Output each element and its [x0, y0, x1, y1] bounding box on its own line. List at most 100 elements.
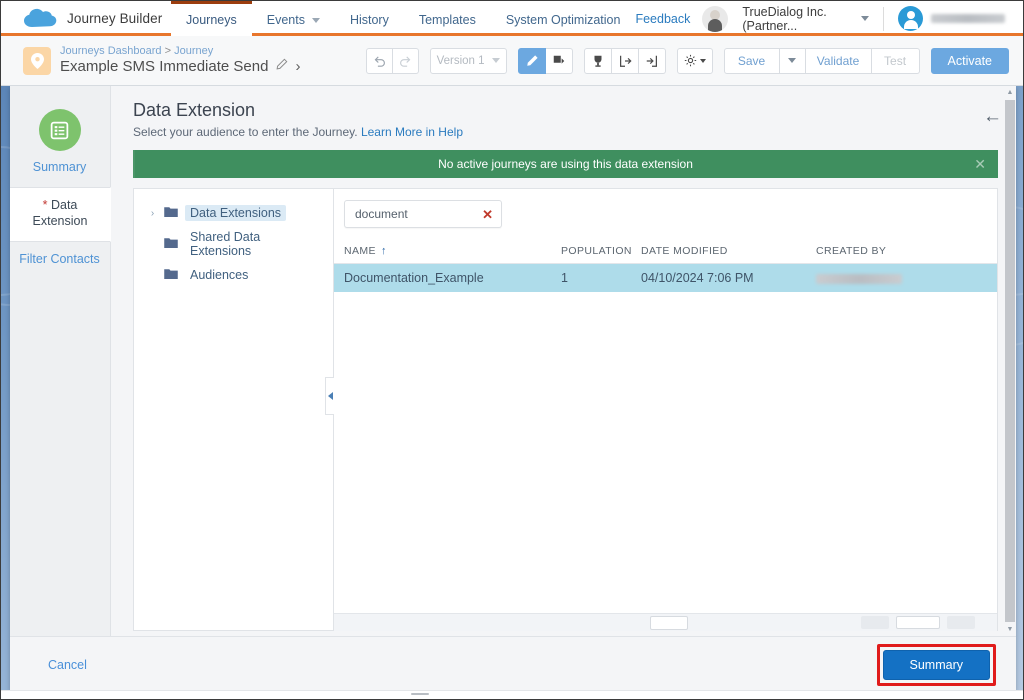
- org-name-label: TrueDialog Inc. (Partner...: [742, 4, 827, 33]
- page-number-box[interactable]: [650, 615, 688, 630]
- sidebar-item-summary-label: Summary: [32, 160, 87, 174]
- data-extension-picker: › Data Extensions Shared Data Extensions…: [133, 188, 998, 631]
- search-box[interactable]: ✕: [344, 200, 502, 228]
- scroll-down-icon[interactable]: ▼: [1004, 623, 1016, 636]
- tree-item-data-extensions[interactable]: › Data Extensions: [134, 201, 333, 225]
- breadcrumb-separator: >: [164, 45, 172, 57]
- nav-tab-system-optimization[interactable]: System Optimization: [491, 1, 636, 36]
- modal-body: Summary * Data Extension Filter Contacts…: [10, 86, 1016, 636]
- pagination-controls: [861, 616, 997, 629]
- exit-criteria-icon[interactable]: [611, 47, 639, 74]
- sidebar-item-filter-contacts[interactable]: Filter Contacts: [10, 242, 110, 279]
- nav-tab-events[interactable]: Events: [252, 1, 335, 36]
- table-header-row: NAME ↑ POPULATION DATE MODIFIED CREATED …: [334, 238, 997, 264]
- version-label: Version 1: [436, 54, 485, 67]
- undo-icon[interactable]: [365, 47, 393, 74]
- column-header-population[interactable]: POPULATION: [561, 245, 641, 257]
- save-validate-group: Save Validate Test: [723, 47, 920, 74]
- sidebar-item-data-extension[interactable]: * Data Extension: [10, 187, 111, 242]
- data-extension-modal: Summary * Data Extension Filter Contacts…: [10, 86, 1016, 692]
- sort-ascending-icon: ↑: [380, 244, 387, 257]
- user-menu[interactable]: [884, 6, 1013, 31]
- table-body: Documentation_Example 1 04/10/2024 7:06 …: [334, 264, 997, 630]
- tree-item-shared-data-extensions[interactable]: Shared Data Extensions: [134, 225, 333, 263]
- tree-item-audiences[interactable]: Audiences: [134, 263, 333, 287]
- chevron-right-icon[interactable]: ›: [295, 58, 300, 76]
- column-header-date-modified[interactable]: DATE MODIFIED: [641, 245, 816, 257]
- summary-button[interactable]: Summary: [882, 649, 990, 680]
- pencil-icon[interactable]: [275, 58, 288, 76]
- top-navigation-bar: Journey Builder Journeys Events History …: [1, 1, 1023, 36]
- status-banner-message: No active journeys are using this data e…: [438, 157, 693, 171]
- table-row[interactable]: Documentation_Example 1 04/10/2024 7:06 …: [334, 264, 997, 292]
- collapse-panel-icon[interactable]: [325, 377, 334, 415]
- nav-tab-templates[interactable]: Templates: [404, 1, 491, 36]
- arrow-left-icon[interactable]: ←: [983, 107, 1002, 126]
- gear-icon[interactable]: [676, 47, 713, 74]
- cancel-button[interactable]: Cancel: [48, 658, 87, 672]
- modal-footer: Cancel Summary: [10, 636, 1016, 692]
- content-subtitle: Select your audience to enter the Journe…: [133, 125, 1016, 139]
- org-selector[interactable]: TrueDialog Inc. (Partner...: [742, 4, 884, 33]
- test-button[interactable]: Test: [871, 47, 920, 74]
- journey-builder-window: Journey Builder Journeys Events History …: [0, 0, 1024, 700]
- nav-tab-journeys[interactable]: Journeys: [171, 1, 252, 36]
- app-brand[interactable]: Journey Builder: [1, 1, 171, 36]
- nav-tab-history-label: History: [349, 13, 389, 27]
- cell-name: Documentation_Example: [344, 271, 484, 285]
- save-button[interactable]: Save: [723, 47, 780, 74]
- close-icon[interactable]: ✕: [974, 157, 986, 171]
- content-scrollbar[interactable]: ▲ ▼: [1004, 86, 1016, 636]
- user-name-label: [931, 14, 1005, 23]
- resize-nub: [411, 693, 429, 695]
- page-title: Example SMS Immediate Send ›: [60, 58, 300, 76]
- search-input[interactable]: [355, 207, 483, 221]
- modal-step-rail: Summary * Data Extension Filter Contacts: [10, 86, 111, 636]
- sidebar-item-summary[interactable]: Summary: [10, 100, 110, 187]
- duplicate-icon[interactable]: [545, 47, 573, 74]
- nav-tab-history[interactable]: History: [335, 1, 404, 36]
- content-subtitle-text: Select your audience to enter the Journe…: [133, 125, 358, 139]
- scrollbar-thumb[interactable]: [1005, 100, 1015, 622]
- data-extension-table-pane: ✕ NAME ↑ POPULATION DATE MODIFIED CREATE…: [325, 189, 997, 631]
- folder-tree: › Data Extensions Shared Data Extensions…: [134, 189, 334, 630]
- trophy-icon[interactable]: [583, 47, 612, 74]
- version-selector[interactable]: Version 1: [429, 47, 507, 74]
- entry-source-icon[interactable]: [638, 47, 666, 74]
- chevron-down-icon: [788, 58, 797, 63]
- activate-button[interactable]: Activate: [930, 47, 1009, 74]
- pagination-prev[interactable]: [861, 616, 889, 629]
- chevron-down-icon: [491, 58, 500, 63]
- pagination-next[interactable]: [947, 616, 975, 629]
- scroll-up-icon[interactable]: ▲: [1004, 86, 1016, 99]
- feedback-link[interactable]: Feedback: [635, 12, 702, 26]
- column-header-name[interactable]: NAME ↑: [344, 245, 561, 257]
- summary-button-highlight: Summary: [876, 643, 996, 686]
- folder-icon: [164, 237, 178, 251]
- edit-mode-button[interactable]: [517, 47, 546, 74]
- tree-item-audiences-label: Audiences: [190, 268, 249, 282]
- search-area: ✕: [334, 189, 997, 238]
- clear-x-icon[interactable]: ✕: [482, 208, 493, 221]
- validate-button[interactable]: Validate: [805, 47, 872, 74]
- avatar: [898, 6, 923, 31]
- folder-icon: [164, 206, 178, 220]
- pagination-page-size[interactable]: [896, 616, 940, 629]
- cell-created-by: [816, 271, 997, 285]
- nav-tab-journeys-label: Journeys: [186, 13, 237, 27]
- journey-identity: Journeys Dashboard > Journey Example SMS…: [1, 45, 300, 76]
- save-dropdown-button[interactable]: [779, 47, 806, 74]
- breadcrumb: Journeys Dashboard > Journey: [60, 45, 300, 58]
- chevron-right-icon[interactable]: ›: [148, 208, 157, 219]
- breadcrumb-current: Journey: [174, 45, 214, 57]
- breadcrumb-parent[interactable]: Journeys Dashboard: [60, 45, 162, 57]
- redo-icon[interactable]: [392, 47, 419, 74]
- nav-right-group: Feedback TrueDialog Inc. (Partner...: [635, 1, 1023, 36]
- content-title: Data Extension: [133, 100, 256, 120]
- cloud-icon: [23, 8, 57, 30]
- column-header-created-by[interactable]: CREATED BY: [816, 245, 997, 257]
- history-buttons: [365, 47, 419, 74]
- learn-more-link[interactable]: Learn More in Help: [361, 125, 463, 139]
- column-header-name-label: NAME: [344, 244, 376, 257]
- mode-buttons: [517, 47, 573, 74]
